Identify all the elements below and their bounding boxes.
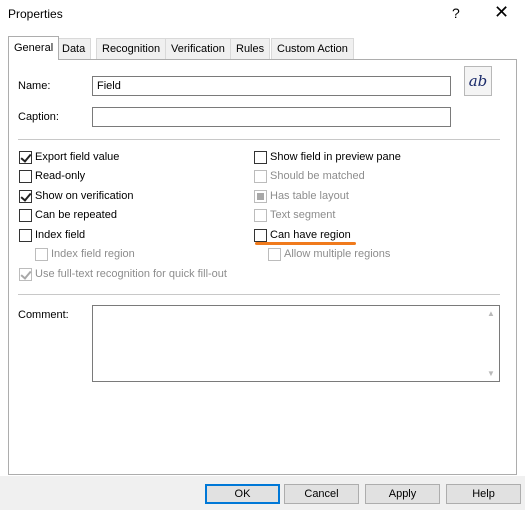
tab-recognition[interactable]: Recognition	[96, 38, 167, 59]
separator	[18, 294, 500, 295]
separator	[18, 139, 500, 140]
tab-verification[interactable]: Verification	[165, 38, 231, 59]
caption-input[interactable]	[92, 107, 451, 127]
checkbox-box[interactable]	[19, 189, 32, 203]
text-format-icon: ab	[468, 72, 488, 90]
tab-general[interactable]: General	[8, 36, 60, 60]
checkbox-label: Use full-text recognition for quick fill…	[35, 268, 227, 280]
checkbox-box	[35, 247, 48, 261]
tab-custom-action[interactable]: Custom Action	[271, 38, 354, 59]
can-have-region-checkbox[interactable]: Can have region	[254, 227, 351, 243]
comment-textarea[interactable]: ▲ ▼	[92, 305, 500, 382]
checkbox-label: Index field region	[51, 248, 135, 260]
cancel-button[interactable]: Cancel	[284, 484, 359, 504]
checkbox-label: Show field in preview pane	[270, 151, 401, 163]
comment-scrollbar[interactable]: ▲ ▼	[484, 306, 499, 381]
title-bar: Properties ? ✕	[0, 0, 525, 30]
name-input[interactable]: Field	[92, 76, 451, 96]
export-field-value-checkbox[interactable]: Export field value	[19, 149, 119, 165]
checkbox-box[interactable]	[19, 228, 32, 242]
checkbox-label: Allow multiple regions	[284, 248, 391, 260]
checkbox-box[interactable]	[19, 208, 32, 222]
checkbox-box[interactable]	[254, 228, 267, 242]
scroll-up-icon[interactable]: ▲	[487, 309, 495, 318]
show-field-in-preview-pane-checkbox[interactable]: Show field in preview pane	[254, 149, 401, 165]
checkbox-box	[268, 247, 281, 261]
should-be-matched-checkbox: Should be matched	[254, 168, 365, 184]
checkbox-label: Text segment	[270, 209, 336, 221]
name-label: Name:	[18, 80, 51, 92]
tab-rules[interactable]: Rules	[230, 38, 271, 59]
checkbox-label: Show on verification	[35, 190, 134, 202]
highlight-underline	[255, 242, 356, 245]
checkbox-box	[254, 169, 267, 183]
scroll-down-icon[interactable]: ▼	[487, 369, 495, 378]
text-segment-checkbox: Text segment	[254, 207, 335, 223]
checkbox-label: Read-only	[35, 170, 86, 182]
checkbox-box[interactable]	[19, 169, 32, 183]
help-icon[interactable]: ?	[452, 5, 460, 21]
text-format-button[interactable]: ab	[464, 66, 492, 96]
has-table-layout-checkbox: Has table layout	[254, 188, 349, 204]
checkbox-label: Export field value	[35, 151, 120, 163]
checkbox-label: Should be matched	[270, 170, 365, 182]
allow-multiple-regions-checkbox: Allow multiple regions	[268, 246, 390, 262]
index-field-region-checkbox: Index field region	[35, 246, 135, 262]
index-field-checkbox[interactable]: Index field	[19, 227, 85, 243]
checkbox-box	[254, 189, 267, 203]
checkbox-label: Has table layout	[270, 190, 349, 202]
checkbox-box[interactable]	[254, 150, 267, 164]
ok-button[interactable]: OK	[205, 484, 280, 504]
checkbox-box	[254, 208, 267, 222]
checkbox-label: Index field	[35, 229, 86, 241]
checkbox-box[interactable]	[19, 150, 32, 164]
window-title: Properties	[8, 7, 63, 21]
show-on-verification-checkbox[interactable]: Show on verification	[19, 188, 133, 204]
apply-button[interactable]: Apply	[365, 484, 440, 504]
checkbox-label: Can have region	[270, 229, 351, 241]
caption-label: Caption:	[18, 111, 59, 123]
use-full-text-recognition-checkbox: Use full-text recognition for quick fill…	[19, 266, 227, 282]
close-icon[interactable]: ✕	[494, 2, 509, 23]
tab-strip: General Data Recognition Verification Ru…	[8, 36, 517, 60]
checkbox-label: Can be repeated	[35, 209, 117, 221]
read-only-checkbox[interactable]: Read-only	[19, 168, 85, 184]
comment-label: Comment:	[18, 309, 69, 321]
checkbox-box	[19, 267, 32, 281]
tab-data[interactable]: Data	[56, 38, 92, 59]
can-be-repeated-checkbox[interactable]: Can be repeated	[19, 207, 117, 223]
help-button[interactable]: Help	[446, 484, 521, 504]
